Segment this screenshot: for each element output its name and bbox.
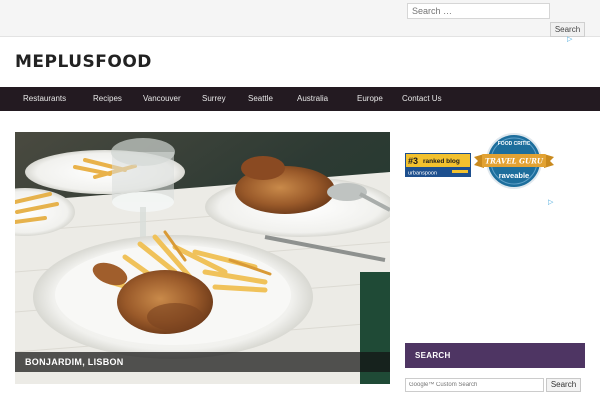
search-input[interactable] xyxy=(407,3,550,19)
nav-item-seattle[interactable]: Seattle xyxy=(248,87,273,111)
raveable-top-text: FOOD CRITIC xyxy=(498,141,531,147)
nav-item-europe[interactable]: Europe xyxy=(357,87,383,111)
hero-slider[interactable]: BONJARDIM, LISBON xyxy=(15,132,390,384)
nav-item-vancouver[interactable]: Vancouver xyxy=(143,87,181,111)
urbanspoon-brand: urbanspoon xyxy=(408,171,437,177)
nav-item-contact-us[interactable]: Contact Us xyxy=(402,87,442,111)
raveable-brand: raveable xyxy=(499,171,529,180)
hero-caption-bar: BONJARDIM, LISBON xyxy=(15,352,390,372)
custom-search-button[interactable]: Search xyxy=(546,378,581,392)
search-button[interactable]: Search xyxy=(550,22,585,37)
urbanspoon-label: ranked blog xyxy=(423,158,460,165)
urbanspoon-badge[interactable]: #3 ranked blog urbanspoon xyxy=(405,153,471,177)
hero-food-photo xyxy=(15,132,390,384)
sidebar-search-title: SEARCH xyxy=(415,351,451,360)
nav-item-australia[interactable]: Australia xyxy=(297,87,328,111)
nav-item-surrey[interactable]: Surrey xyxy=(202,87,226,111)
raveable-ribbon-text: TRAVEL GURU xyxy=(485,157,544,166)
raveable-badge[interactable]: FOOD CRITIC TRAVEL GURU raveable xyxy=(474,133,554,191)
sidebar-search-heading: SEARCH xyxy=(405,343,585,368)
adchoices-icon[interactable]: ▷ xyxy=(567,36,573,43)
nav-item-restaurants[interactable]: Restaurants xyxy=(23,87,66,111)
hero-caption[interactable]: BONJARDIM, LISBON xyxy=(25,357,124,367)
custom-search-input[interactable] xyxy=(405,378,544,392)
site-title[interactable]: MEPLUSFOOD xyxy=(15,52,152,72)
nav-item-recipes[interactable]: Recipes xyxy=(93,87,122,111)
adchoices-icon[interactable]: ▷ xyxy=(548,199,554,206)
top-bar: Search xyxy=(0,0,600,37)
main-nav: Restaurants Recipes Vancouver Surrey Sea… xyxy=(0,87,600,111)
urbanspoon-rank: #3 xyxy=(408,156,418,166)
